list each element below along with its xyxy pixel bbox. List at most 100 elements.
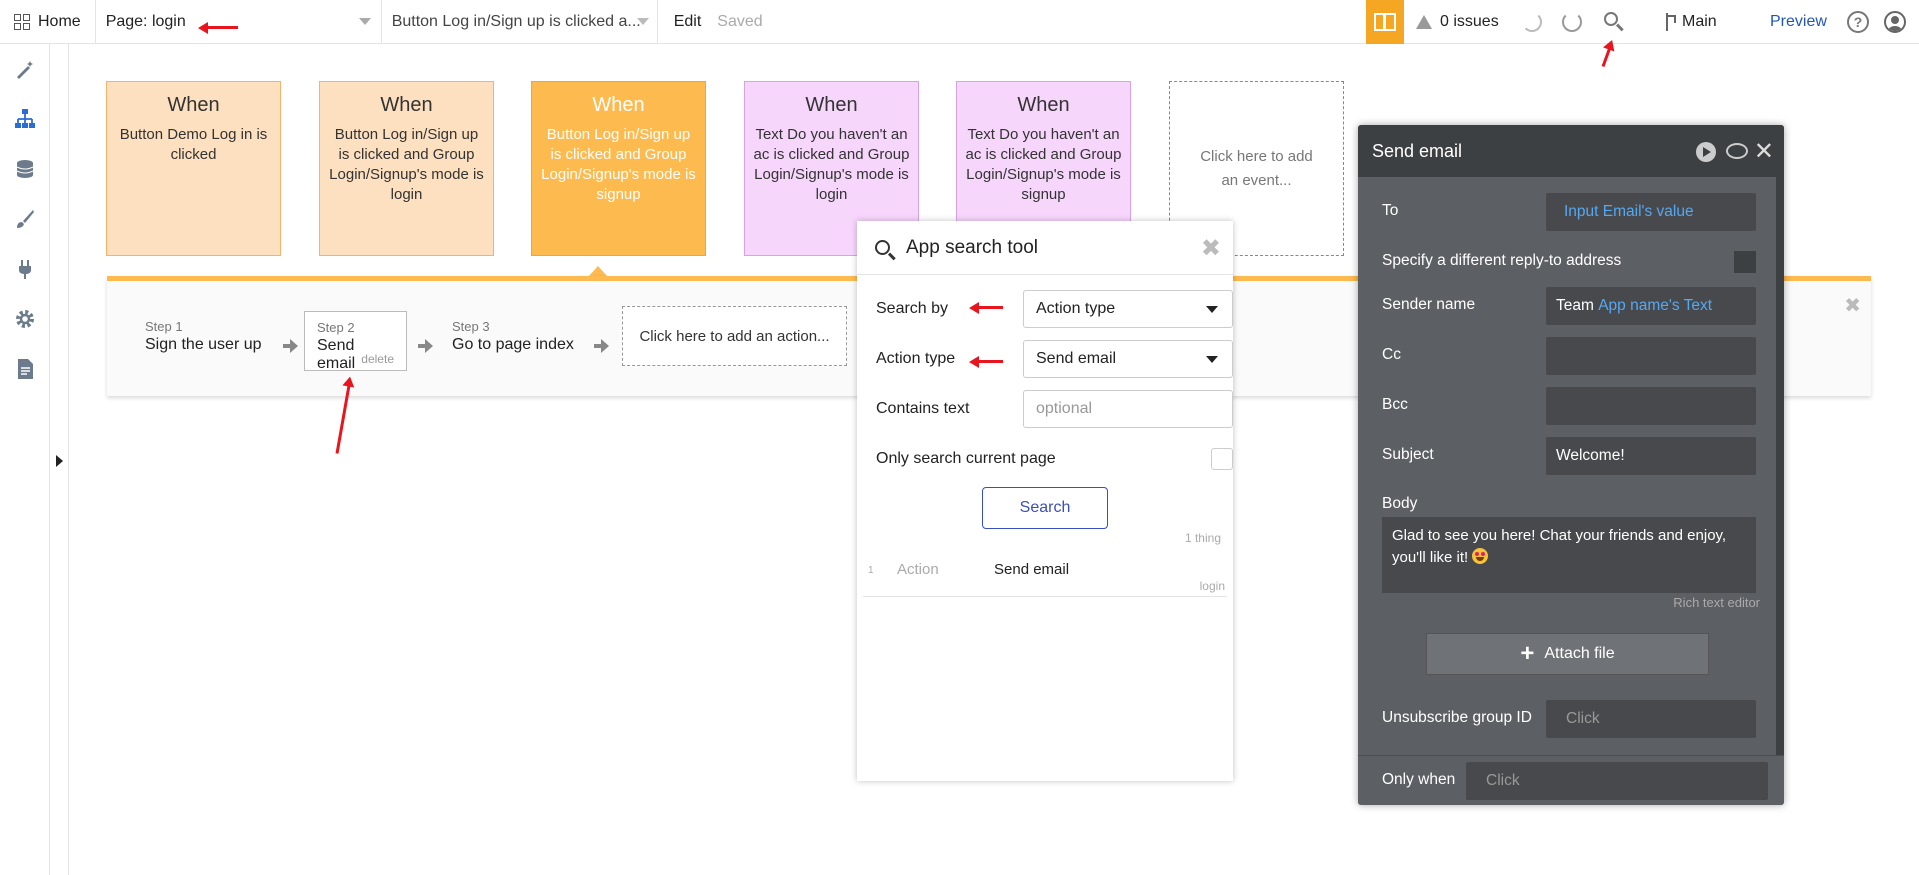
home-button[interactable]: Home [0, 0, 95, 43]
delete-step-link[interactable]: delete [361, 352, 394, 366]
search-icon [875, 240, 890, 255]
scrollbar[interactable] [1776, 177, 1784, 755]
help-icon[interactable]: ? [1847, 11, 1869, 33]
annotation-arrow [975, 360, 1003, 363]
branch-selector[interactable]: Main [1664, 0, 1717, 44]
action-type-value: Send email [1036, 350, 1117, 367]
design-icon[interactable] [14, 58, 36, 80]
contains-text-label: Contains text [876, 400, 970, 417]
search-result-row[interactable]: 1 Action Send email login [863, 551, 1227, 597]
body-field[interactable]: Glad to see you here! Chat your friends … [1382, 517, 1756, 593]
gear-icon[interactable] [14, 308, 36, 330]
step-2[interactable]: Step 2 Send email delete [304, 311, 407, 372]
event-description: Button Log in/Sign up is clicked and Gro… [541, 126, 696, 203]
attach-file-button[interactable]: + Attach file [1426, 633, 1709, 675]
annotation-arrow [204, 26, 238, 29]
subject-field[interactable]: Welcome! [1546, 437, 1756, 475]
only-current-page-row: Only search current page [876, 439, 1233, 479]
bcc-field[interactable] [1546, 387, 1756, 425]
sender-name-label: Sender name [1382, 296, 1476, 313]
workflow-selector[interactable]: Button Log in/Sign up is clicked a... [382, 0, 657, 43]
search-by-value: Action type [1036, 300, 1116, 317]
plus-icon: + [1520, 640, 1535, 667]
event-title: When [1017, 94, 1070, 116]
reply-to-checkbox[interactable] [1734, 251, 1756, 273]
arrow-right-icon [594, 339, 609, 353]
arrow-right-icon [283, 339, 298, 353]
step-number: Step 1 [145, 319, 183, 334]
chevron-down-icon [636, 18, 649, 25]
event-title: When [805, 94, 858, 116]
search-button[interactable]: Search [982, 487, 1108, 529]
to-field[interactable]: Input Email's value [1546, 193, 1756, 231]
redo-icon[interactable] [1562, 12, 1582, 32]
result-type: Action [897, 561, 939, 578]
avatar[interactable] [1884, 11, 1906, 33]
event-card-1[interactable]: When Button Demo Log in is clicked [106, 81, 281, 256]
undo-icon[interactable] [1522, 12, 1542, 32]
add-event-label: Click here to add an event... [1200, 147, 1313, 189]
play-icon[interactable] [1696, 142, 1716, 162]
issues-button[interactable]: 0 issues [1416, 0, 1499, 44]
search-by-select[interactable]: Action type [1023, 290, 1233, 328]
body-value: Glad to see you here! Chat your friends … [1392, 527, 1727, 566]
search-icon[interactable] [1604, 12, 1622, 30]
result-count: 1 thing [1184, 531, 1221, 545]
rich-text-editor-link[interactable]: Rich text editor [1673, 595, 1760, 610]
event-card-3-selected[interactable]: When Button Log in/Sign up is clicked an… [531, 81, 706, 256]
step-3[interactable]: Step 3 Go to page index [440, 311, 586, 371]
search-by-row: Search by Action type [876, 289, 1233, 329]
to-label: To [1382, 202, 1399, 219]
unsubscribe-field[interactable]: Click [1546, 700, 1756, 738]
arrow-right-icon [418, 339, 433, 353]
step-1[interactable]: Step 1 Sign the user up [133, 311, 274, 371]
search-by-label: Search by [876, 300, 949, 317]
only-current-page-checkbox[interactable] [1211, 448, 1233, 470]
heart-eyes-emoji-icon [1472, 548, 1489, 564]
reply-to-label: Specify a different reply-to address [1382, 252, 1622, 269]
page-selector[interactable]: Page: login [96, 0, 381, 43]
chevron-down-icon [358, 18, 371, 25]
branch-label: Main [1682, 13, 1717, 30]
close-icon[interactable]: ✖ [1844, 293, 1861, 318]
logs-icon[interactable] [14, 358, 36, 380]
left-sidebar [0, 44, 50, 875]
action-type-select[interactable]: Send email [1023, 340, 1233, 378]
contains-text-input[interactable] [1023, 390, 1233, 428]
annotation-arrow [975, 306, 1003, 309]
collapse-toggle-icon[interactable] [56, 455, 63, 467]
subject-value: Welcome! [1556, 447, 1625, 464]
result-index: 1 [868, 565, 874, 576]
gift-button[interactable] [1366, 0, 1404, 44]
home-label: Home [38, 12, 81, 30]
add-action-label: Click here to add an action... [639, 327, 830, 345]
saved-status: Saved [717, 12, 763, 30]
to-value: Input Email's value [1564, 203, 1694, 220]
cc-field[interactable] [1546, 337, 1756, 375]
selected-event-pointer [589, 266, 607, 276]
step-number: Step 2 [317, 320, 355, 335]
database-icon[interactable] [14, 158, 36, 180]
edit-menu[interactable]: Edit [658, 13, 718, 31]
action-type-row: Action type Send email [876, 339, 1233, 379]
event-title: When [592, 94, 645, 116]
add-action-button[interactable]: Click here to add an action... [622, 306, 847, 366]
close-icon[interactable]: ✖ [1201, 234, 1221, 263]
sender-name-field[interactable]: Team App name's Text [1546, 287, 1756, 325]
workflow-icon[interactable] [14, 108, 36, 130]
brush-icon[interactable] [14, 208, 36, 230]
close-icon[interactable]: ✕ [1754, 137, 1774, 166]
event-description: Text Do you haven't an ac is clicked and… [753, 126, 910, 203]
search-tool-title: App search tool [906, 236, 1039, 258]
event-title: When [380, 94, 433, 116]
preview-button[interactable]: Preview [1770, 0, 1827, 44]
event-card-2[interactable]: When Button Log in/Sign up is clicked an… [319, 81, 494, 256]
only-when-field[interactable]: Click [1466, 762, 1768, 800]
subject-label: Subject [1382, 446, 1434, 463]
plugin-icon[interactable] [14, 258, 36, 280]
attach-file-label: Attach file [1544, 645, 1615, 662]
only-when-placeholder: Click [1486, 772, 1520, 789]
comment-icon[interactable] [1726, 143, 1748, 159]
top-bar: Home Page: login Button Log in/Sign up i… [0, 0, 1919, 44]
event-title: When [167, 94, 220, 116]
